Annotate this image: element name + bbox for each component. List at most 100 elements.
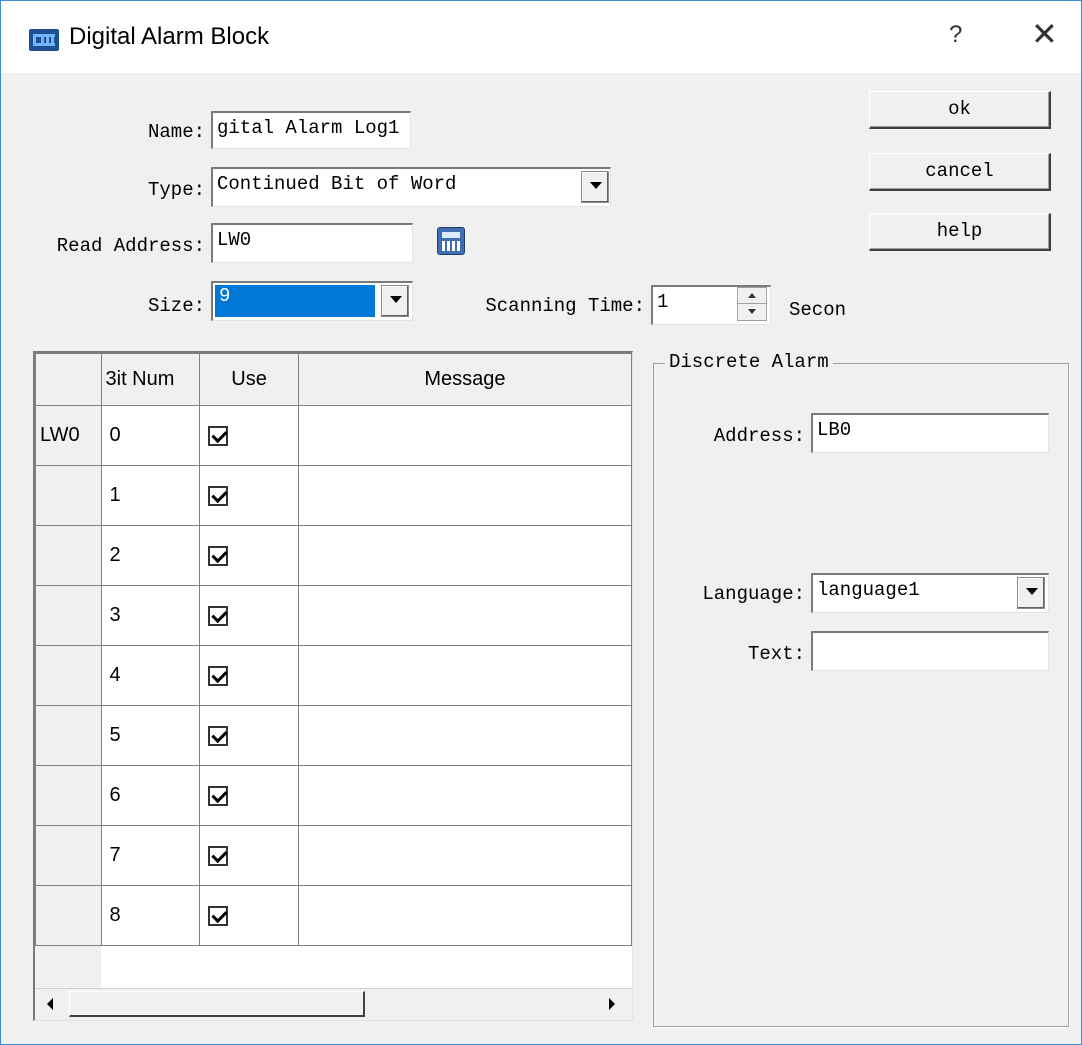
message-header: Message [297,353,632,406]
message-cell[interactable] [297,645,632,706]
table-row: 4 [35,645,632,706]
scanning-time-unit: Secon [789,299,847,321]
row-header: LW0 [35,405,102,466]
use-cell [199,405,299,466]
message-cell[interactable] [297,765,632,826]
use-checkbox[interactable] [208,845,229,866]
scanning-time-label: Scanning Time: [485,295,645,317]
use-header: Use [199,353,299,406]
grid-table: 3it Num Use Message LW0 0 1 2 3 4 5 6 7 8 [35,353,632,946]
table-row: 7 [35,825,632,886]
scanning-time-spinner[interactable] [737,287,767,321]
scrollbar-thumb[interactable] [69,991,365,1017]
table-row: 3 [35,585,632,646]
row-header [35,525,102,586]
row-header [35,825,102,886]
digital-alarm-dialog: Digital Alarm Block ? ✕ Name: gital Alar… [0,0,1082,1045]
read-address-input[interactable]: LW0 [211,223,413,263]
message-cell[interactable] [297,405,632,466]
table-row: 6 [35,765,632,826]
calculator-icon[interactable] [437,227,465,255]
text-label: Text: [747,643,805,665]
table-row: 5 [35,705,632,766]
bit-num-header: 3it Num [100,353,201,406]
row-header [35,765,102,826]
use-cell [199,705,299,766]
message-cell[interactable] [297,705,632,766]
window-title: Digital Alarm Block [69,23,270,50]
cancel-button[interactable]: cancel [869,153,1051,191]
table-row: LW0 0 [35,405,632,466]
use-checkbox[interactable] [208,425,229,446]
bit-num-cell[interactable]: 7 [100,825,201,886]
bit-num-cell[interactable]: 8 [100,885,201,946]
use-cell [199,765,299,826]
row-header [35,645,102,706]
language-label: Language: [702,583,805,605]
help-button[interactable]: help [869,213,1051,251]
table-row: 2 [35,525,632,586]
discrete-alarm-title: Discrete Alarm [665,351,833,373]
name-input[interactable]: gital Alarm Log1 [211,111,411,149]
help-icon[interactable]: ? [949,21,962,49]
scroll-left-icon[interactable] [39,991,65,1017]
name-label: Name: [147,121,205,143]
row-header [35,885,102,946]
language-dropdown-icon[interactable] [1017,577,1045,609]
size-dropdown-icon[interactable] [381,285,409,317]
message-cell[interactable] [297,465,632,526]
message-cell[interactable] [297,585,632,646]
ok-button[interactable]: ok [869,91,1051,129]
bit-num-cell[interactable]: 3 [100,585,201,646]
row-header [35,705,102,766]
type-label: Type: [147,179,205,201]
grid-body: LW0 0 1 2 3 4 5 6 7 8 [35,405,632,946]
size-selected-value: 9 [215,285,375,317]
use-cell [199,645,299,706]
scroll-right-icon[interactable] [599,991,625,1017]
bit-num-cell[interactable]: 5 [100,705,201,766]
type-dropdown-icon[interactable] [581,171,609,203]
bit-num-cell[interactable]: 4 [100,645,201,706]
hmi-icon [29,29,59,51]
table-row: 1 [35,465,632,526]
table-row: 8 [35,885,632,946]
bit-message-grid: 3it Num Use Message LW0 0 1 2 3 4 5 6 7 8 [33,351,633,1021]
use-checkbox[interactable] [208,545,229,566]
use-cell [199,885,299,946]
spin-up-icon[interactable] [738,288,766,304]
bit-num-cell[interactable]: 2 [100,525,201,586]
use-cell [199,825,299,886]
title-bar: Digital Alarm Block ? ✕ [1,1,1081,73]
spin-down-icon[interactable] [738,304,766,320]
bit-num-cell[interactable]: 6 [100,765,201,826]
horizontal-scrollbar[interactable] [35,988,632,1020]
type-select[interactable]: Continued Bit of Word [211,167,611,207]
use-checkbox[interactable] [208,905,229,926]
message-cell[interactable] [297,825,632,886]
row-header [35,585,102,646]
grid-header-row: 3it Num Use Message [35,353,632,406]
use-checkbox[interactable] [208,725,229,746]
discrete-alarm-group [653,363,1069,1027]
message-cell[interactable] [297,525,632,586]
size-label: Size: [147,295,205,317]
use-checkbox[interactable] [208,605,229,626]
use-cell [199,525,299,586]
message-cell[interactable] [297,885,632,946]
language-select[interactable]: language1 [811,573,1049,613]
close-icon[interactable]: ✕ [1031,15,1058,53]
read-address-label: Read Address: [56,235,205,257]
use-checkbox[interactable] [208,665,229,686]
address-input[interactable]: LB0 [811,413,1049,453]
use-checkbox[interactable] [208,485,229,506]
text-input[interactable] [811,631,1049,671]
address-label: Address: [713,425,805,447]
use-cell [199,585,299,646]
grid-corner [35,353,102,406]
use-checkbox[interactable] [208,785,229,806]
use-cell [199,465,299,526]
bit-num-cell[interactable]: 1 [100,465,201,526]
row-header [35,465,102,526]
bit-num-cell[interactable]: 0 [100,405,201,466]
